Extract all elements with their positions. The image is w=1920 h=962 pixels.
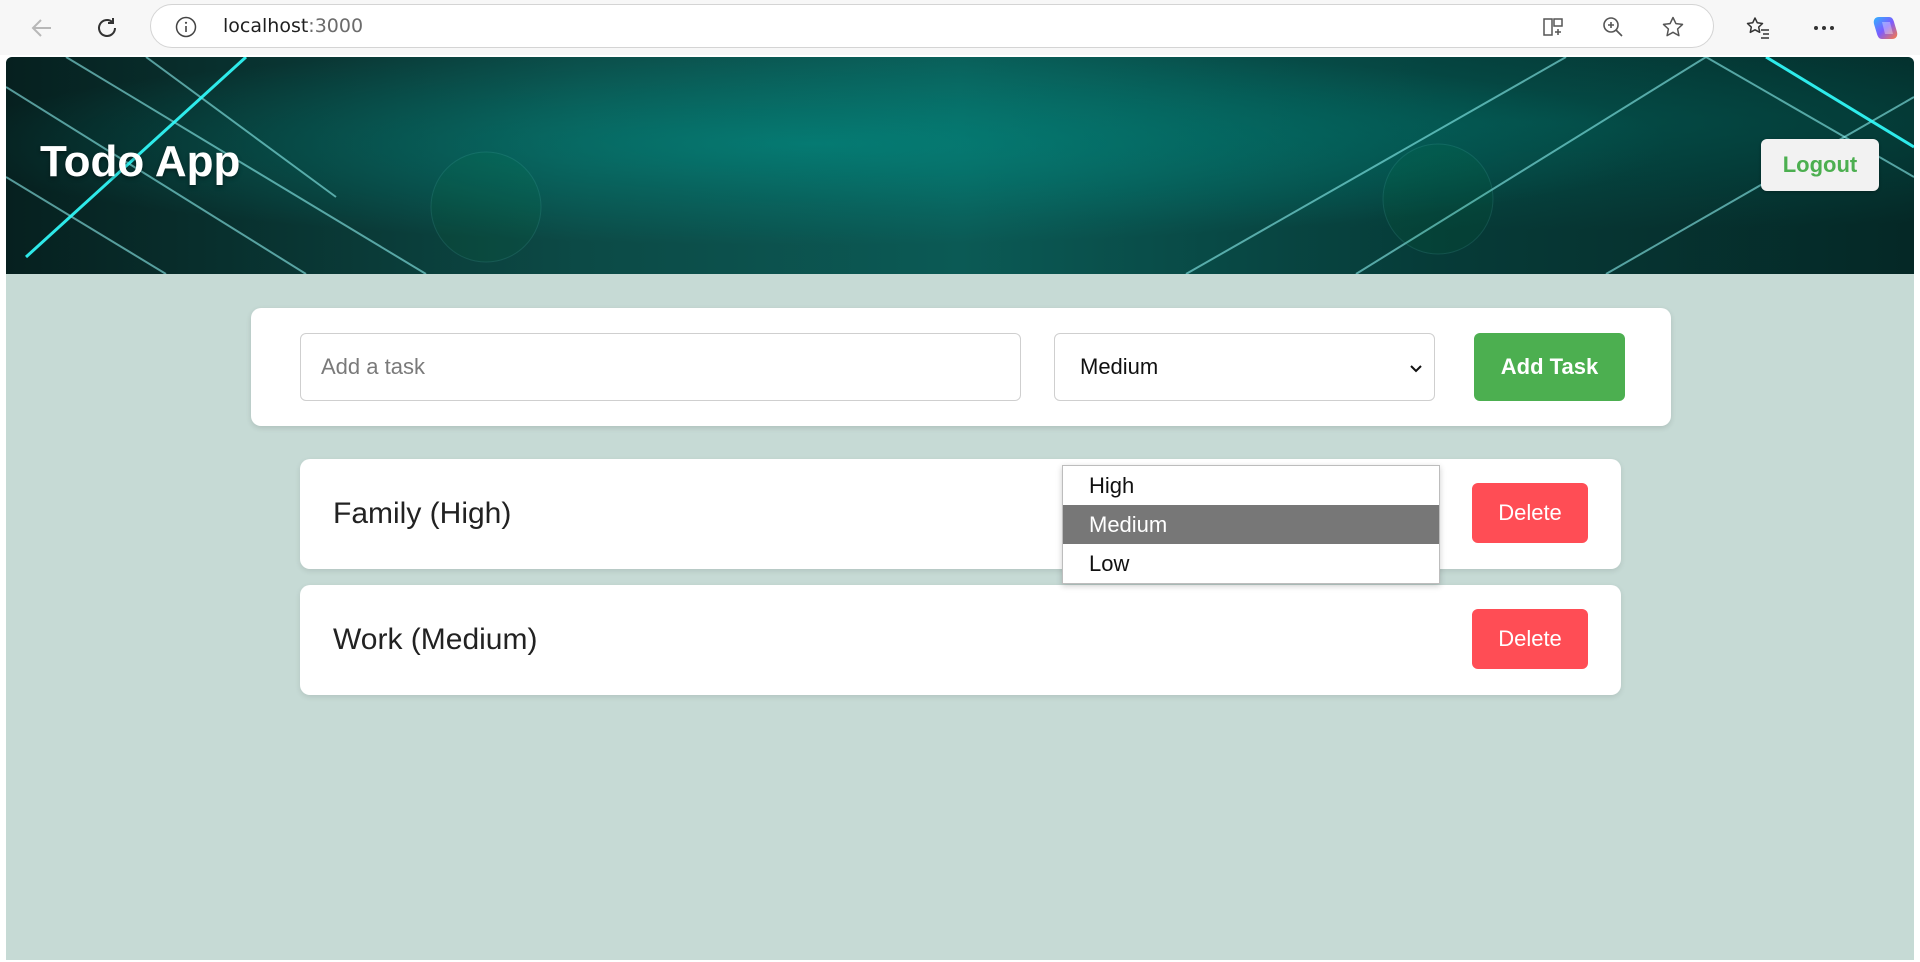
reload-icon[interactable] — [89, 10, 125, 46]
zoom-icon[interactable] — [1599, 13, 1627, 41]
delete-button[interactable]: Delete — [1472, 483, 1588, 543]
priority-option-low[interactable]: Low — [1063, 544, 1439, 583]
priority-option-medium[interactable]: Medium — [1063, 505, 1439, 544]
header-banner: Todo App Logout — [6, 57, 1914, 274]
page-viewport: Todo App Logout Medium Add Task Family (… — [6, 57, 1914, 960]
add-task-card: Medium Add Task — [251, 308, 1671, 426]
priority-option-high[interactable]: High — [1063, 466, 1439, 505]
priority-dropdown-list: High Medium Low — [1062, 465, 1440, 584]
chevron-down-icon — [1410, 365, 1422, 373]
task-label: Family (High) — [333, 497, 512, 530]
address-bar[interactable]: localhost:3000 — [150, 4, 1714, 48]
banner-decoration — [6, 57, 1914, 274]
back-arrow-icon[interactable] — [24, 10, 60, 46]
priority-select[interactable]: Medium — [1054, 333, 1435, 401]
copilot-icon[interactable] — [1868, 10, 1904, 46]
browser-toolbar: localhost:3000 — [0, 0, 1920, 55]
delete-button[interactable]: Delete — [1472, 609, 1588, 669]
priority-select-value: Medium — [1080, 354, 1159, 379]
favorites-list-icon[interactable] — [1740, 10, 1776, 46]
site-info-icon[interactable] — [175, 16, 197, 38]
app-title: Todo App — [40, 137, 241, 186]
task-label: Work (Medium) — [333, 623, 538, 656]
task-input[interactable] — [300, 333, 1021, 401]
url-text: localhost:3000 — [223, 15, 364, 37]
logout-button[interactable]: Logout — [1761, 139, 1879, 191]
split-screen-icon[interactable] — [1539, 13, 1567, 41]
more-menu-icon[interactable] — [1806, 10, 1842, 46]
task-item: Work (Medium) Delete — [300, 585, 1621, 695]
favorite-star-icon[interactable] — [1659, 13, 1687, 41]
add-task-button[interactable]: Add Task — [1474, 333, 1625, 401]
